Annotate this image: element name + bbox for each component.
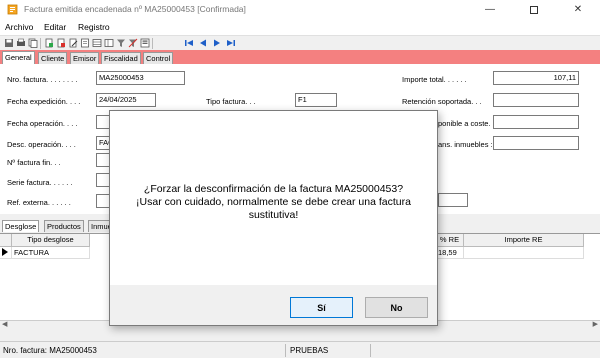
edit-record-icon[interactable] bbox=[68, 38, 78, 48]
title-bar: Factura emitida encadenada nº MA25000453… bbox=[0, 0, 600, 19]
arrendamiento-label: ans. inmuebles : bbox=[438, 140, 493, 149]
ref-externa-field[interactable] bbox=[96, 194, 110, 208]
serie-factura-label: Serie factura. . . . . . bbox=[7, 178, 73, 187]
dialog-message-line1: ¿Forzar la desconfirmación de la factura… bbox=[143, 183, 404, 195]
filter-off-icon[interactable] bbox=[128, 38, 138, 48]
nro-factura-label: Nro. factura. . . . . . . . bbox=[7, 75, 78, 84]
status-entorno: PRUEBAS bbox=[290, 346, 329, 355]
nro-factura-fin-label: Nº factura fin. . . bbox=[7, 158, 61, 167]
menu-registro[interactable]: Registro bbox=[78, 22, 110, 32]
status-bar: Nro. factura: MA25000453 PRUEBAS bbox=[0, 341, 600, 358]
tab-general[interactable]: General bbox=[2, 51, 35, 64]
status-factura: Nro. factura: MA25000453 bbox=[3, 346, 97, 355]
fecha-operacion-label: Fecha operación. . . . bbox=[7, 119, 78, 128]
tab-strip: General Cliente Emisor Fiscalidad Contro… bbox=[0, 50, 600, 64]
deducible-field[interactable] bbox=[493, 115, 579, 129]
confirm-dialog: ¿Forzar la desconfirmación de la factura… bbox=[109, 110, 438, 326]
app-icon bbox=[7, 4, 18, 15]
minimize-button[interactable]: — bbox=[468, 0, 512, 19]
fecha-expedicion-label: Fecha expedición. . . . bbox=[7, 97, 81, 106]
print-icon[interactable] bbox=[16, 38, 26, 48]
tab-emisor[interactable]: Emisor bbox=[70, 52, 100, 64]
fecha-operacion-field[interactable] bbox=[96, 115, 110, 129]
status-separator bbox=[285, 344, 286, 357]
desc-operacion-label: Desc. operación. . . . bbox=[7, 140, 76, 149]
retencion-label: Retención soportada. . . bbox=[402, 97, 482, 106]
row-pointer-icon bbox=[2, 248, 8, 256]
grid-header-tipo[interactable]: Tipo desglose bbox=[12, 234, 90, 247]
tab-desglose[interactable]: Desglose bbox=[2, 220, 40, 232]
dialog-message-line3: sustitutiva! bbox=[248, 209, 299, 221]
list-icon[interactable] bbox=[92, 38, 102, 48]
save-icon[interactable] bbox=[4, 38, 14, 48]
dialog-message: ¿Forzar la desconfirmación de la factura… bbox=[110, 183, 437, 222]
row-indicator bbox=[0, 247, 12, 259]
next-record-icon[interactable] bbox=[212, 38, 222, 48]
ref-externa-label: Ref. externa. . . . . . bbox=[7, 198, 71, 207]
serie-factura-field[interactable] bbox=[96, 173, 110, 187]
retencion-field[interactable] bbox=[493, 93, 579, 107]
close-icon: ✕ bbox=[573, 4, 583, 15]
window-title: Factura emitida encadenada nº MA25000453… bbox=[24, 4, 246, 14]
grid-cell-importe-re[interactable] bbox=[464, 247, 584, 259]
filter-icon[interactable] bbox=[116, 38, 126, 48]
copy-icon[interactable] bbox=[28, 38, 38, 48]
previous-record-icon[interactable] bbox=[198, 38, 208, 48]
no-button[interactable]: No bbox=[365, 297, 428, 318]
grid-corner bbox=[0, 234, 12, 247]
new-record-icon[interactable] bbox=[44, 38, 54, 48]
grid-cell-tipo[interactable]: FACTURA bbox=[12, 247, 90, 259]
tipo-factura-label: Tipo factura. . . bbox=[206, 97, 256, 106]
importe-total-field[interactable]: 107,11 bbox=[493, 71, 579, 85]
toolbar-separator bbox=[152, 38, 153, 49]
yes-button[interactable]: Sí bbox=[290, 297, 353, 318]
tipo-factura-field[interactable]: F1 bbox=[295, 93, 337, 107]
grid-cell-partial[interactable]: 18,59 bbox=[436, 247, 464, 259]
fecha-expedicion-field[interactable]: 24/04/2025 bbox=[96, 93, 156, 107]
menu-editar[interactable]: Editar bbox=[44, 22, 66, 32]
last-record-icon[interactable] bbox=[226, 38, 236, 48]
first-record-icon[interactable] bbox=[184, 38, 194, 48]
menu-archivo[interactable]: Archivo bbox=[5, 22, 33, 32]
importe-total-label: Importe total. . . . . . bbox=[402, 75, 467, 84]
grid-header-importe-re[interactable]: Importe RE bbox=[464, 234, 584, 247]
scroll-left-icon[interactable]: ◀ bbox=[2, 320, 7, 328]
nro-factura-field[interactable]: MA25000453 bbox=[96, 71, 185, 85]
arrendamiento-field[interactable] bbox=[493, 136, 579, 150]
sort-icon[interactable] bbox=[140, 38, 150, 48]
tab-productos[interactable]: Productos bbox=[44, 220, 84, 232]
scroll-right-icon[interactable]: ▶ bbox=[593, 320, 598, 328]
tab-control[interactable]: Control bbox=[143, 52, 174, 64]
maximize-button[interactable] bbox=[512, 0, 556, 19]
delete-record-icon[interactable] bbox=[56, 38, 66, 48]
nro-factura-fin-field[interactable] bbox=[96, 153, 110, 167]
toolbar bbox=[0, 35, 600, 50]
grid-header-re-percent[interactable]: % RE bbox=[436, 234, 464, 247]
view-record-icon[interactable] bbox=[80, 38, 90, 48]
dialog-message-line2: ¡Usar con cuidado, normalmente se debe c… bbox=[136, 196, 411, 208]
maximize-icon bbox=[530, 5, 538, 14]
desc-operacion-field[interactable]: FAC bbox=[96, 136, 110, 150]
deducible-label: ponible a coste. . . bbox=[438, 119, 499, 128]
extra-field[interactable] bbox=[438, 193, 468, 207]
tab-fiscalidad[interactable]: Fiscalidad bbox=[101, 52, 141, 64]
toolbar-separator bbox=[40, 38, 41, 49]
tab-cliente[interactable]: Cliente bbox=[38, 52, 68, 64]
minimize-icon: — bbox=[485, 4, 495, 15]
details-icon[interactable] bbox=[104, 38, 114, 48]
close-button[interactable]: ✕ bbox=[556, 0, 600, 19]
menu-bar: Archivo Editar Registro bbox=[0, 19, 600, 35]
status-separator bbox=[370, 344, 371, 357]
